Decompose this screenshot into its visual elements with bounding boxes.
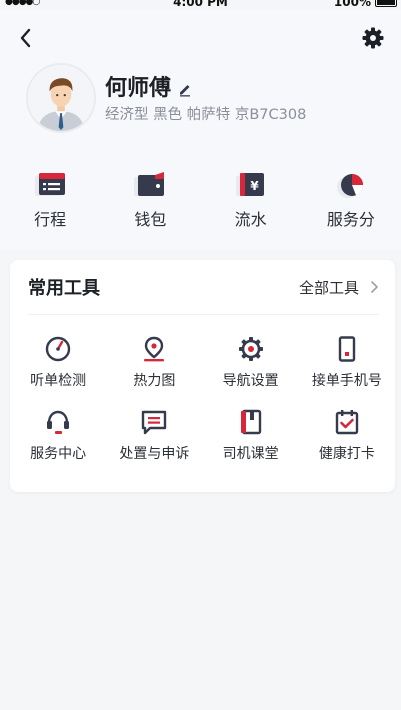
tool-label: 热力图 — [133, 373, 176, 389]
service-score-pie-icon — [336, 174, 363, 198]
chevron-left-icon — [20, 28, 31, 48]
quick-action-income[interactable]: ¥ 流水 — [201, 170, 301, 240]
all-tools-link[interactable]: 全部工具 — [299, 277, 379, 298]
driver-name: 何师傅 — [105, 76, 172, 101]
all-tools-label: 全部工具 — [298, 278, 359, 297]
pencil-edit-icon[interactable] — [177, 81, 193, 97]
driver-avatar-illustration — [28, 65, 94, 131]
quick-action-service-score[interactable]: 服务分 — [301, 170, 401, 240]
tool-disposal-appeal[interactable]: 处置与申诉 — [106, 408, 202, 463]
calendar-check-icon — [335, 410, 359, 435]
quick-action-label: 行程 — [34, 210, 67, 229]
tool-heatmap[interactable]: 热力图 — [106, 335, 202, 390]
quick-action-label: 服务分 — [326, 210, 375, 229]
wallet-icon — [134, 172, 165, 196]
quick-action-wallet[interactable]: 钱包 — [100, 170, 200, 240]
tool-service-center[interactable]: 服务中心 — [10, 408, 106, 463]
status-bar: ●●●●○ 4:00 PM 100% — [0, 0, 401, 10]
gauge-icon — [45, 336, 71, 362]
tool-health-checkin[interactable]: 健康打卡 — [299, 408, 395, 463]
message-icon — [142, 410, 167, 435]
tool-label: 听单检测 — [30, 373, 87, 389]
tool-label: 健康打卡 — [318, 446, 375, 462]
tools-grid: 听单检测 热力图 导航设置 接单手机号 服务中心 处置与申诉 司机课堂 健康打卡 — [10, 335, 395, 463]
profile-header: 何师傅 经济型 黑色 帕萨特 京B7C308 行程 钱包 ¥ 流水 服务分 — [0, 10, 401, 250]
tool-driver-class[interactable]: 司机课堂 — [203, 408, 299, 463]
tool-label: 司机课堂 — [222, 446, 279, 462]
battery-indicator: 100% — [334, 0, 397, 9]
driver-name-row: 何师傅 — [105, 70, 193, 102]
car-info: 经济型 黑色 帕萨特 京B7C308 — [105, 107, 307, 123]
quick-action-label: 钱包 — [134, 210, 167, 229]
chevron-right-icon — [371, 281, 378, 293]
tool-order-check[interactable]: 听单检测 — [10, 335, 106, 390]
avatar[interactable] — [26, 63, 96, 133]
map-pin-icon — [144, 336, 165, 362]
book-icon — [240, 409, 261, 435]
gear-icon — [362, 27, 384, 49]
quick-action-label: 流水 — [234, 210, 267, 229]
phone-icon — [338, 336, 356, 362]
common-tools-card: 常用工具 全部工具 听单检测 热力图 导航设置 接单手机号 服务中心 处置与申诉… — [10, 260, 395, 492]
tool-label: 服务中心 — [30, 446, 87, 462]
settings-button[interactable] — [361, 26, 385, 50]
gear-icon — [238, 337, 263, 361]
tool-label: 接单手机号 — [311, 373, 382, 389]
tool-navigation-settings[interactable]: 导航设置 — [203, 335, 299, 390]
quick-action-trips[interactable]: 行程 — [0, 170, 100, 240]
tool-label: 导航设置 — [222, 373, 279, 389]
tools-title: 常用工具 — [28, 278, 100, 299]
headset-icon — [47, 410, 70, 434]
battery-percent: 100% — [333, 0, 371, 9]
tool-order-phone[interactable]: 接单手机号 — [299, 335, 395, 390]
tools-header: 常用工具 全部工具 — [28, 260, 379, 315]
income-statement-icon: ¥ — [235, 173, 264, 196]
tool-label: 处置与申诉 — [119, 446, 190, 462]
quick-actions: 行程 钱包 ¥ 流水 服务分 — [0, 170, 401, 240]
trip-list-icon — [35, 173, 66, 196]
battery-icon — [375, 0, 397, 7]
svg-text:¥: ¥ — [250, 179, 259, 193]
back-button[interactable] — [14, 26, 38, 50]
